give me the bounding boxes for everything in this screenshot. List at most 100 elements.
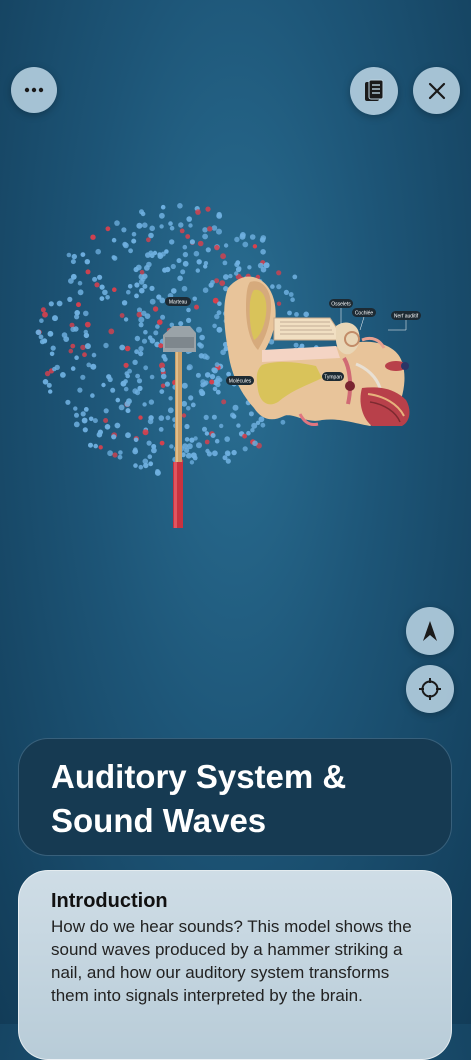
molecule-blue: [170, 263, 176, 270]
label-marteau[interactable]: Marteau: [165, 297, 191, 306]
molecule-blue: [160, 367, 166, 373]
molecule-blue: [164, 381, 170, 387]
molecule-blue: [135, 264, 142, 271]
molecule-blue: [114, 422, 121, 429]
molecule-blue: [195, 372, 201, 378]
recenter-button[interactable]: [406, 665, 454, 713]
molecule-blue: [39, 339, 46, 345]
molecule-blue: [155, 324, 160, 329]
molecule-blue: [198, 343, 204, 349]
molecule-blue: [48, 301, 54, 307]
molecule-blue: [105, 295, 110, 300]
molecule-blue: [223, 243, 229, 248]
molecule-blue: [126, 289, 131, 295]
close-button[interactable]: [413, 67, 460, 114]
molecule-red: [138, 415, 143, 420]
molecule-blue: [56, 300, 63, 307]
molecule-blue: [149, 298, 156, 305]
molecule-blue: [90, 363, 97, 370]
molecule-blue: [259, 237, 266, 243]
label-nerf-auditif[interactable]: Nerf auditif: [388, 311, 421, 331]
molecule-blue: [67, 296, 73, 302]
molecule-blue: [88, 442, 93, 448]
intro-card[interactable]: Introduction How do we hear sounds? This…: [18, 870, 452, 1060]
molecule-blue: [83, 407, 89, 412]
molecule-blue: [96, 431, 103, 438]
molecule-red: [276, 301, 282, 306]
svg-text:Tympan: Tympan: [324, 375, 342, 381]
molecule-blue: [222, 260, 228, 266]
molecule-blue: [182, 260, 189, 267]
molecule-blue: [70, 273, 77, 280]
molecule-blue: [224, 436, 230, 442]
molecule-blue: [99, 296, 105, 301]
molecule-blue: [73, 406, 78, 411]
molecule-blue: [209, 374, 216, 380]
molecule-blue: [73, 421, 80, 428]
molecule-red: [185, 234, 191, 239]
more-options-button[interactable]: [11, 67, 57, 113]
molecule-blue: [70, 259, 76, 265]
molecule-blue: [249, 234, 256, 240]
molecule-red: [276, 270, 282, 276]
molecule-blue: [205, 448, 210, 454]
molecule-blue: [104, 424, 111, 430]
molecule-blue: [211, 367, 217, 373]
molecule-blue: [235, 260, 241, 266]
molecule-blue: [138, 464, 144, 470]
label-tympan[interactable]: Tympan: [322, 372, 344, 381]
label-osselets[interactable]: Osselets: [329, 299, 353, 324]
molecule-blue: [86, 362, 92, 368]
molecule-red: [179, 228, 185, 234]
molecule-red: [242, 433, 248, 439]
molecule-blue: [91, 352, 97, 358]
notes-button[interactable]: [350, 67, 398, 115]
molecule-blue: [147, 454, 153, 460]
model-viewport[interactable]: Marteau Osselets Cochlée Nerf auditif Ty…: [0, 190, 471, 540]
label-molecules[interactable]: Molécules: [226, 376, 254, 385]
molecule-blue: [231, 449, 237, 456]
molecule-blue: [216, 310, 222, 316]
molecule-blue: [263, 262, 270, 269]
molecule-blue: [186, 307, 191, 313]
molecule-blue: [181, 382, 188, 389]
molecule-blue: [83, 310, 89, 317]
molecule-blue: [211, 225, 218, 231]
molecule-blue: [287, 310, 292, 316]
molecule-blue: [182, 443, 188, 449]
molecule-blue: [168, 221, 173, 226]
molecule-blue: [177, 275, 183, 282]
molecule-blue: [39, 318, 44, 323]
molecule-red: [219, 280, 226, 286]
molecule-blue: [138, 346, 144, 352]
molecule-blue: [219, 423, 224, 429]
molecule-blue: [38, 334, 44, 340]
molecule-blue: [247, 265, 252, 270]
molecule-blue: [202, 426, 207, 432]
molecule-blue: [134, 335, 141, 342]
molecule-blue: [299, 343, 305, 349]
molecule-red: [142, 429, 149, 436]
molecule-blue: [144, 313, 151, 319]
molecule-blue: [52, 315, 58, 322]
molecule-blue: [71, 253, 78, 260]
molecule-blue: [128, 248, 134, 254]
molecule-blue: [169, 444, 174, 449]
molecule-blue: [149, 338, 156, 344]
molecule-blue: [112, 255, 118, 261]
molecule-red: [112, 287, 117, 292]
molecule-blue: [303, 311, 310, 318]
molecule-red: [124, 345, 131, 352]
molecule-red: [103, 418, 109, 423]
molecule-red: [214, 244, 220, 251]
molecule-blue: [74, 310, 80, 316]
molecule-blue: [148, 399, 155, 405]
molecule-blue: [162, 356, 168, 362]
molecule-blue: [177, 203, 183, 209]
molecule-blue: [182, 251, 189, 258]
orientation-button[interactable]: [406, 607, 454, 655]
molecule-blue: [70, 366, 76, 371]
molecule-blue: [35, 329, 42, 336]
molecule-red: [85, 269, 91, 275]
hammer: [163, 326, 196, 528]
